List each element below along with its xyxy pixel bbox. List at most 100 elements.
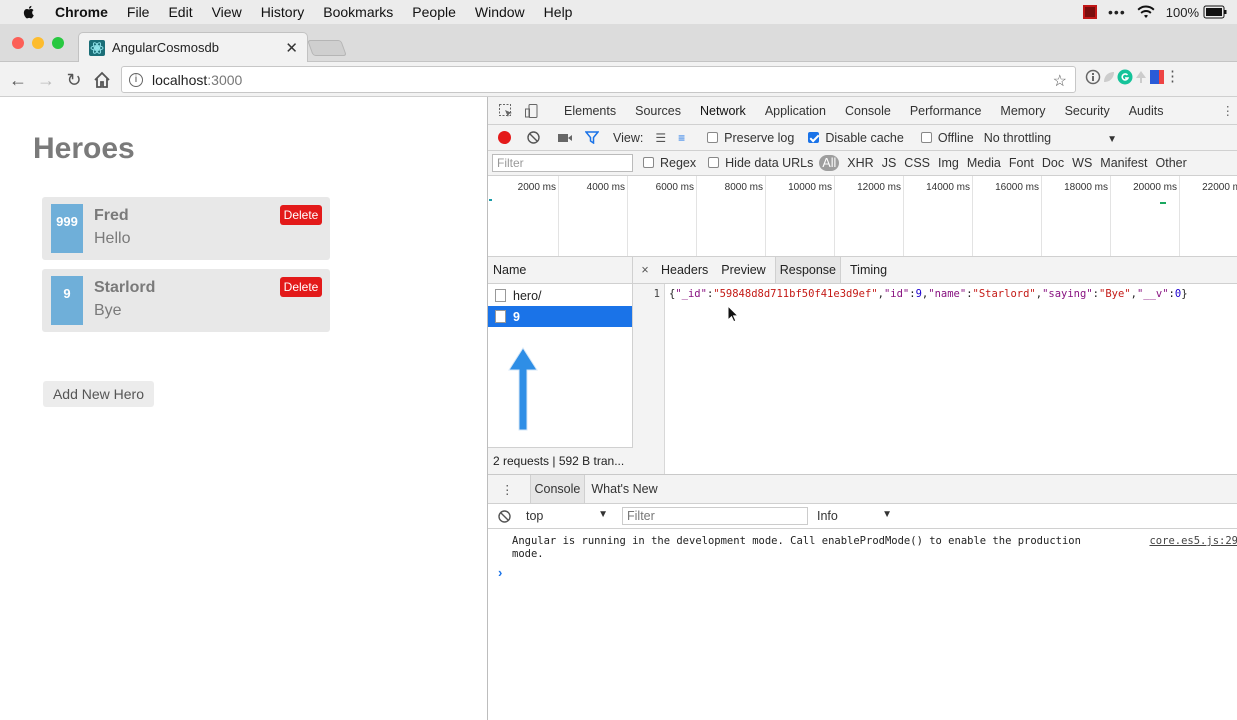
hero-name: Fred [94, 207, 129, 224]
more-icon[interactable]: ••• [1108, 4, 1126, 20]
type-filter-ws[interactable]: WS [1072, 156, 1092, 170]
apple-icon[interactable] [21, 4, 37, 20]
tab-memory[interactable]: Memory [1000, 104, 1045, 118]
tab-audits[interactable]: Audits [1129, 104, 1164, 118]
type-filter-xhr[interactable]: XHR [847, 156, 873, 170]
window-zoom-button[interactable] [52, 37, 64, 49]
window-minimize-button[interactable] [32, 37, 44, 49]
menu-people[interactable]: People [412, 4, 456, 20]
tab-performance[interactable]: Performance [910, 104, 982, 118]
add-new-hero-button[interactable]: Add New Hero [43, 381, 154, 407]
reload-icon[interactable]: ↻ [64, 70, 84, 90]
extension-leaf-icon[interactable] [1101, 69, 1117, 85]
type-filter-all[interactable]: All [819, 155, 840, 171]
record-icon[interactable] [498, 131, 511, 144]
disable-cache-checkbox[interactable]: Disable cache [808, 131, 904, 145]
tab-network[interactable]: Network [700, 104, 746, 118]
context-select[interactable]: top ▼ [526, 509, 608, 523]
response-body[interactable]: {"_id":"59848d8d711bf50f41e3d9ef","id":9… [669, 288, 1188, 300]
delete-hero-button[interactable]: Delete [280, 205, 322, 225]
extension-blue-icon[interactable] [1149, 69, 1165, 85]
type-filter-doc[interactable]: Doc [1042, 156, 1064, 170]
menu-bookmarks[interactable]: Bookmarks [323, 4, 393, 20]
new-tab-button[interactable] [307, 40, 347, 56]
battery-icon[interactable] [1203, 5, 1227, 19]
waterfall-view-icon[interactable]: ≡ [678, 131, 685, 145]
menu-view[interactable]: View [212, 4, 242, 20]
offline-checkbox[interactable]: Offline [920, 131, 974, 145]
request-row-selected[interactable]: 9 [488, 306, 632, 327]
grammarly-icon[interactable] [1117, 69, 1133, 85]
drawer-tab-whats-new[interactable]: What's New [591, 482, 657, 496]
throttling-select[interactable]: No throttling ▼ [984, 131, 1117, 145]
detail-tab-response[interactable]: Response [774, 257, 842, 283]
console-filter-input[interactable]: Filter [622, 507, 808, 525]
console-prompt-icon[interactable]: › [498, 565, 502, 580]
hero-card[interactable]: 999 Fred Hello Delete [42, 197, 330, 260]
capture-screenshots-icon[interactable] [557, 132, 573, 144]
hide-data-urls-checkbox[interactable]: Hide data URLs [708, 156, 813, 170]
drawer-tab-console[interactable]: Console [529, 475, 586, 503]
screen-recorder-icon[interactable] [1082, 4, 1098, 20]
browser-tab-strip: AngularCosmosdb ✕ [0, 24, 1237, 62]
chrome-menu-icon[interactable]: ⋮ [1165, 69, 1180, 84]
request-summary: 2 requests | 592 B tran... [488, 447, 633, 474]
network-overview-timeline[interactable]: 2000 ms 4000 ms 6000 ms 8000 ms 10000 ms… [488, 176, 1237, 257]
inspect-element-icon[interactable] [498, 103, 514, 119]
tab-elements[interactable]: Elements [564, 104, 616, 118]
bookmark-star-icon[interactable]: ☆ [1053, 71, 1067, 91]
close-detail-icon[interactable]: × [633, 263, 657, 277]
window-close-button[interactable] [12, 37, 24, 49]
menu-history[interactable]: History [261, 4, 305, 20]
timeline-tick: 6000 ms [656, 176, 697, 256]
home-icon[interactable] [92, 70, 112, 90]
wifi-icon[interactable] [1136, 4, 1156, 20]
site-info-icon[interactable]: i [129, 72, 143, 87]
extension-info-icon[interactable] [1085, 69, 1101, 85]
preserve-log-checkbox[interactable]: Preserve log [707, 131, 794, 145]
regex-checkbox[interactable]: Regex [643, 156, 696, 170]
timeline-tick: 2000 ms [518, 176, 559, 256]
forward-icon[interactable]: → [36, 70, 56, 90]
device-toolbar-icon[interactable] [524, 103, 540, 119]
back-icon[interactable]: ← [8, 70, 28, 90]
tab-application[interactable]: Application [765, 104, 826, 118]
log-level-select[interactable]: Info ▼ [817, 509, 892, 523]
type-filter-other[interactable]: Other [1156, 156, 1187, 170]
menu-window[interactable]: Window [475, 4, 525, 20]
menu-help[interactable]: Help [544, 4, 573, 20]
timeline-tick: 16000 ms [995, 176, 1042, 256]
hero-card[interactable]: 9 Starlord Bye Delete [42, 269, 330, 332]
devtools-more-tabs-icon[interactable]: ⋮ [1222, 103, 1235, 118]
tab-console[interactable]: Console [845, 104, 891, 118]
delete-hero-button[interactable]: Delete [280, 277, 322, 297]
request-list-header[interactable]: Name [488, 257, 632, 284]
menu-file[interactable]: File [127, 4, 150, 20]
type-filter-css[interactable]: CSS [904, 156, 930, 170]
network-filter-input[interactable]: Filter [492, 154, 633, 172]
type-filter-img[interactable]: Img [938, 156, 959, 170]
clear-console-icon[interactable] [498, 509, 511, 523]
browser-tab[interactable]: AngularCosmosdb ✕ [78, 32, 308, 62]
request-row[interactable]: hero/ [488, 285, 632, 306]
type-filter-media[interactable]: Media [967, 156, 1001, 170]
console-source-link[interactable]: core.es5.js:29 [1149, 535, 1237, 547]
tab-sources[interactable]: Sources [635, 104, 681, 118]
detail-tab-headers[interactable]: Headers [657, 257, 712, 283]
clear-icon[interactable] [527, 131, 540, 144]
address-bar[interactable]: i localhost:3000 ☆ [121, 66, 1076, 93]
filter-icon[interactable] [585, 131, 599, 144]
extension-tree-icon[interactable] [1133, 69, 1149, 85]
drawer-menu-icon[interactable]: ⋮ [501, 482, 514, 497]
large-rows-icon[interactable]: ☰ [655, 131, 666, 145]
type-filter-js[interactable]: JS [882, 156, 897, 170]
type-filter-manifest[interactable]: Manifest [1100, 156, 1147, 170]
type-filter-font[interactable]: Font [1009, 156, 1034, 170]
tab-security[interactable]: Security [1065, 104, 1110, 118]
detail-tab-preview[interactable]: Preview [717, 257, 769, 283]
menu-app-name[interactable]: Chrome [55, 4, 108, 20]
tab-close-icon[interactable]: ✕ [285, 39, 298, 57]
detail-tab-timing[interactable]: Timing [846, 257, 891, 283]
menu-edit[interactable]: Edit [168, 4, 192, 20]
document-icon [495, 310, 506, 323]
